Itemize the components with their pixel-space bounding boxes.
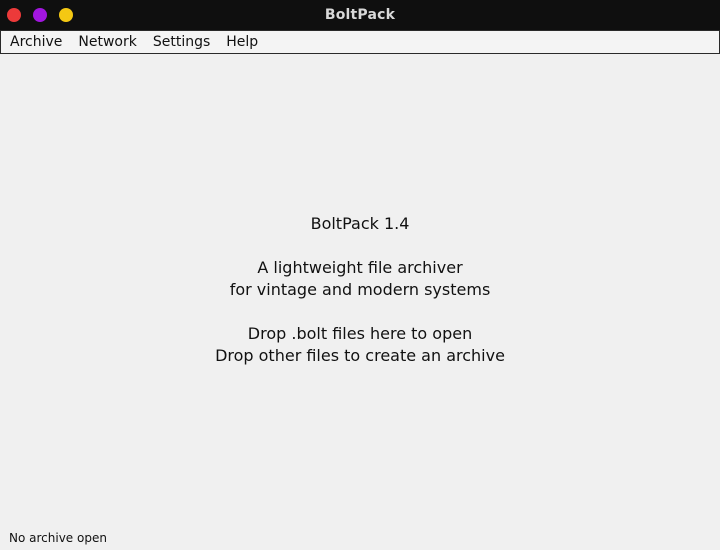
status-bar: No archive open — [9, 531, 107, 545]
description-line-2: for vintage and modern systems — [229, 280, 491, 299]
drop-zone[interactable]: BoltPack 1.4 A lightweight file archiver… — [0, 54, 720, 524]
welcome-message: BoltPack 1.4 A lightweight file archiver… — [0, 213, 720, 367]
app-version: BoltPack 1.4 — [310, 214, 410, 233]
menu-network[interactable]: Network — [70, 31, 144, 53]
description-line-1: A lightweight file archiver — [257, 258, 463, 277]
menu-bar: Archive Network Settings Help — [0, 30, 720, 54]
drop-hint-open: Drop .bolt files here to open — [247, 324, 473, 343]
app-window: BoltPack Archive Network Settings Help B… — [0, 0, 720, 550]
maximize-window-button[interactable] — [59, 8, 73, 22]
menu-settings[interactable]: Settings — [145, 31, 218, 53]
title-bar[interactable]: BoltPack — [0, 0, 720, 30]
menu-archive[interactable]: Archive — [2, 31, 70, 53]
drop-hint-create: Drop other files to create an archive — [215, 346, 505, 365]
close-window-button[interactable] — [7, 8, 21, 22]
menu-help[interactable]: Help — [218, 31, 266, 53]
minimize-window-button[interactable] — [33, 8, 47, 22]
window-title: BoltPack — [324, 7, 396, 23]
